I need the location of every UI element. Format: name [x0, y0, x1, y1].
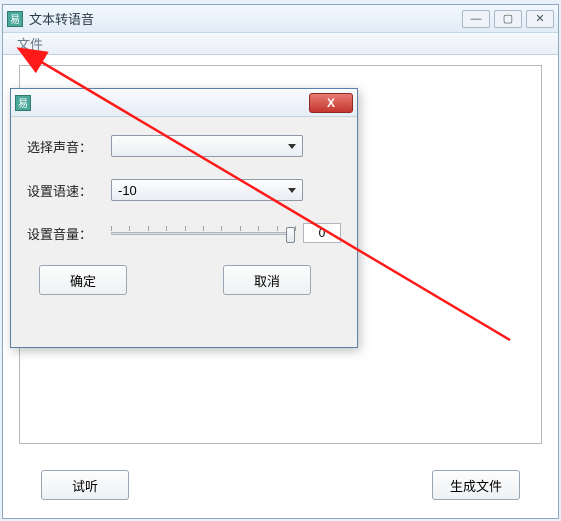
- preview-button[interactable]: 试听: [41, 470, 129, 500]
- dialog-titlebar: 易 X: [11, 89, 357, 117]
- dialog-body: 选择声音： 设置语速： -10 设置音量：: [11, 117, 357, 307]
- cancel-button[interactable]: 取消: [223, 265, 311, 295]
- volume-control: 0: [111, 223, 341, 243]
- generate-file-button[interactable]: 生成文件: [432, 470, 520, 500]
- window-title: 文本转语音: [29, 9, 462, 28]
- voice-select[interactable]: [111, 135, 303, 157]
- menu-file[interactable]: 文件: [11, 32, 49, 55]
- chevron-down-icon: [288, 188, 296, 193]
- dialog-close-button[interactable]: X: [309, 93, 353, 113]
- voice-row: 选择声音：: [27, 135, 341, 157]
- voice-label: 选择声音：: [27, 137, 111, 156]
- dialog-app-icon: 易: [15, 95, 31, 111]
- maximize-button[interactable]: ▢: [494, 10, 522, 28]
- slider-track: [111, 232, 295, 235]
- speed-row: 设置语速： -10: [27, 179, 341, 201]
- menubar: 文件: [3, 33, 558, 55]
- window-controls: — ▢ ✕: [462, 10, 554, 28]
- volume-label: 设置音量：: [27, 224, 111, 243]
- speed-select[interactable]: -10: [111, 179, 303, 201]
- ok-button[interactable]: 确定: [39, 265, 127, 295]
- dialog-button-row: 确定 取消: [27, 265, 341, 295]
- main-titlebar: 易 文本转语音 — ▢ ✕: [3, 5, 558, 33]
- settings-dialog: 易 X 选择声音： 设置语速： -10 设置音量：: [10, 88, 358, 348]
- volume-row: 设置音量： 0: [27, 223, 341, 243]
- speed-select-value: -10: [118, 183, 137, 198]
- slider-thumb[interactable]: [286, 227, 295, 243]
- speed-label: 设置语速：: [27, 181, 111, 200]
- app-icon: 易: [7, 11, 23, 27]
- slider-ticks: [111, 226, 295, 231]
- chevron-down-icon: [288, 144, 296, 149]
- volume-slider[interactable]: [111, 223, 295, 243]
- minimize-button[interactable]: —: [462, 10, 490, 28]
- volume-value-box: 0: [303, 223, 341, 243]
- close-button[interactable]: ✕: [526, 10, 554, 28]
- bottom-button-row: 试听 生成文件: [3, 470, 558, 500]
